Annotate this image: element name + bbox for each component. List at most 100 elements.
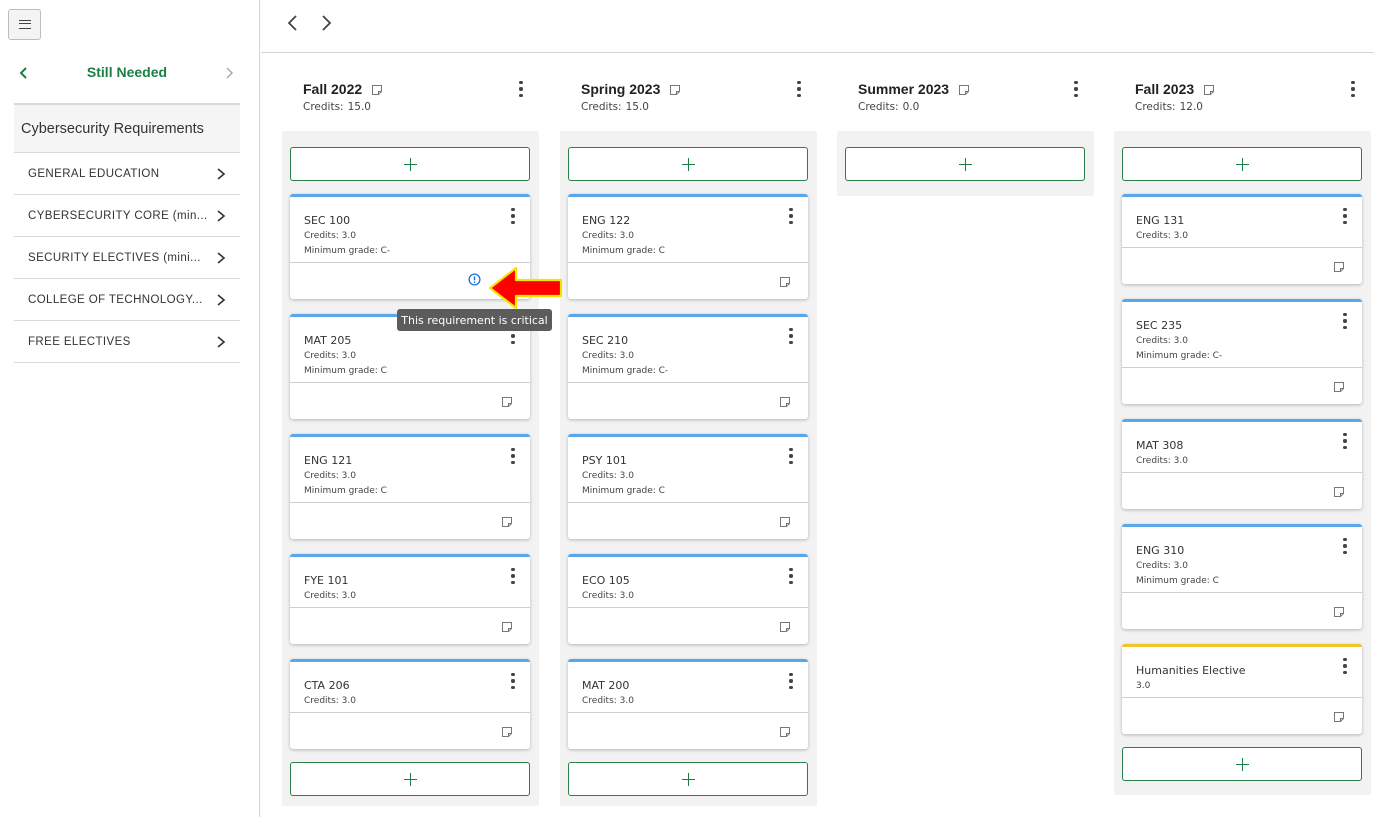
course-code: SEC 210 — [582, 334, 629, 347]
course-code: SEC 100 — [304, 214, 351, 227]
course-menu-button[interactable] — [784, 206, 798, 226]
requirement-item[interactable]: COLLEGE OF TECHNOLOGY... — [14, 279, 240, 321]
course-card[interactable]: CTA 206 Credits: 3.0 — [290, 659, 530, 749]
course-menu-button[interactable] — [1338, 431, 1352, 451]
card-divider — [290, 712, 530, 713]
course-code: ENG 121 — [304, 454, 353, 467]
add-course-button[interactable] — [290, 762, 530, 796]
course-note-icon[interactable] — [501, 396, 513, 408]
course-menu-button[interactable] — [1338, 656, 1352, 676]
add-course-button[interactable] — [568, 762, 808, 796]
course-menu-button[interactable] — [1338, 536, 1352, 556]
course-note-icon[interactable] — [501, 726, 513, 738]
chevron-right-icon[interactable] — [222, 65, 236, 81]
course-note-icon[interactable] — [1333, 486, 1345, 498]
credits-label: Credits: — [581, 101, 622, 113]
menu-button[interactable] — [8, 9, 41, 40]
course-code: FYE 101 — [304, 574, 349, 587]
course-card[interactable]: MAT 308 Credits: 3.0 — [1122, 419, 1362, 509]
course-note-icon[interactable] — [779, 621, 791, 633]
course-note-icon[interactable] — [1333, 381, 1345, 393]
previous-terms-button[interactable] — [283, 12, 303, 34]
term-name: Summer 2023 — [858, 81, 950, 97]
term-header: Fall 2023 Credits: 12.0 — [1114, 78, 1371, 122]
course-menu-button[interactable] — [506, 446, 520, 466]
term-menu-button[interactable] — [792, 79, 806, 99]
course-menu-button[interactable] — [784, 671, 798, 691]
next-terms-button[interactable] — [316, 12, 336, 34]
add-course-button[interactable] — [290, 147, 530, 181]
course-menu-button[interactable] — [784, 446, 798, 466]
term-menu-button[interactable] — [1069, 79, 1083, 99]
course-note-icon[interactable] — [779, 396, 791, 408]
course-note-icon[interactable] — [501, 621, 513, 633]
course-card[interactable]: PSY 101 Credits: 3.0 Minimum grade: C — [568, 434, 808, 539]
course-menu-button[interactable] — [506, 671, 520, 691]
course-menu-button[interactable] — [506, 206, 520, 226]
course-menu-button[interactable] — [1338, 311, 1352, 331]
course-code: ECO 105 — [582, 574, 630, 587]
add-course-button[interactable] — [1122, 147, 1362, 181]
critical-info-icon[interactable] — [468, 273, 481, 286]
course-card[interactable]: SEC 235 Credits: 3.0 Minimum grade: C- — [1122, 299, 1362, 404]
course-note-icon[interactable] — [779, 726, 791, 738]
requirement-item[interactable]: FREE ELECTIVES — [14, 321, 240, 363]
term-menu-button[interactable] — [1346, 79, 1360, 99]
term-header: Fall 2022 Credits: 15.0 — [282, 78, 539, 122]
course-note-icon[interactable] — [779, 276, 791, 288]
course-code: SEC 235 — [1136, 319, 1183, 332]
course-menu-button[interactable] — [1338, 206, 1352, 226]
add-course-button[interactable] — [845, 147, 1085, 181]
course-card[interactable]: SEC 210 Credits: 3.0 Minimum grade: C- — [568, 314, 808, 419]
term-title: Fall 2022 — [303, 81, 383, 97]
term-title: Summer 2023 — [858, 81, 970, 97]
course-menu-button[interactable] — [784, 566, 798, 586]
term-note-icon[interactable] — [371, 83, 383, 95]
course-note-icon[interactable] — [1333, 711, 1345, 723]
term-title: Spring 2023 — [581, 81, 681, 97]
requirement-item[interactable]: SECURITY ELECTIVES (mini... — [14, 237, 240, 279]
course-card[interactable]: MAT 200 Credits: 3.0 — [568, 659, 808, 749]
plus-icon — [681, 157, 695, 171]
course-card[interactable]: ENG 131 Credits: 3.0 — [1122, 194, 1362, 284]
term-menu-button[interactable] — [514, 79, 528, 99]
requirement-item[interactable]: CYBERSECURITY CORE (min... — [14, 195, 240, 237]
course-menu-button[interactable] — [506, 566, 520, 586]
term-name: Fall 2023 — [1135, 81, 1195, 97]
course-credits: Credits: 3.0 — [304, 471, 356, 481]
requirement-label: SECURITY ELECTIVES (mini... — [28, 251, 201, 264]
course-credits: Credits: 3.0 — [582, 231, 634, 241]
course-card[interactable]: ENG 121 Credits: 3.0 Minimum grade: C — [290, 434, 530, 539]
course-card[interactable]: FYE 101 Credits: 3.0 — [290, 554, 530, 644]
requirement-label: GENERAL EDUCATION — [28, 167, 160, 180]
term-note-icon[interactable] — [958, 83, 970, 95]
minimum-grade: Minimum grade: C — [304, 486, 387, 496]
course-card[interactable]: Humanities Elective 3.0 — [1122, 644, 1362, 734]
term-note-icon[interactable] — [669, 83, 681, 95]
course-note-icon[interactable] — [1333, 606, 1345, 618]
course-code: Humanities Elective — [1136, 664, 1246, 677]
card-divider — [1122, 472, 1362, 473]
add-course-button[interactable] — [1122, 747, 1362, 781]
requirements-list: Cybersecurity Requirements GENERAL EDUCA… — [14, 103, 240, 363]
credits-label: Credits: — [858, 101, 899, 113]
term-header: Spring 2023 Credits: 15.0 — [560, 78, 817, 122]
note-icon — [670, 85, 681, 95]
term-note-icon[interactable] — [1203, 83, 1215, 95]
plus-icon — [403, 157, 417, 171]
course-menu-button[interactable] — [784, 326, 798, 346]
course-credits: Credits: 3.0 — [304, 231, 356, 241]
course-note-icon[interactable] — [501, 516, 513, 528]
course-note-icon[interactable] — [779, 516, 791, 528]
chevron-right-icon — [217, 293, 226, 306]
course-card[interactable]: ENG 122 Credits: 3.0 Minimum grade: C — [568, 194, 808, 299]
course-card[interactable]: ENG 310 Credits: 3.0 Minimum grade: C — [1122, 524, 1362, 629]
card-divider — [1122, 697, 1362, 698]
requirement-item[interactable]: GENERAL EDUCATION — [14, 153, 240, 195]
course-note-icon[interactable] — [1333, 261, 1345, 273]
course-code: PSY 101 — [582, 454, 627, 467]
credits-value: 15.0 — [347, 101, 371, 113]
add-course-button[interactable] — [568, 147, 808, 181]
requirement-label: CYBERSECURITY CORE (min... — [28, 209, 208, 222]
course-card[interactable]: ECO 105 Credits: 3.0 — [568, 554, 808, 644]
